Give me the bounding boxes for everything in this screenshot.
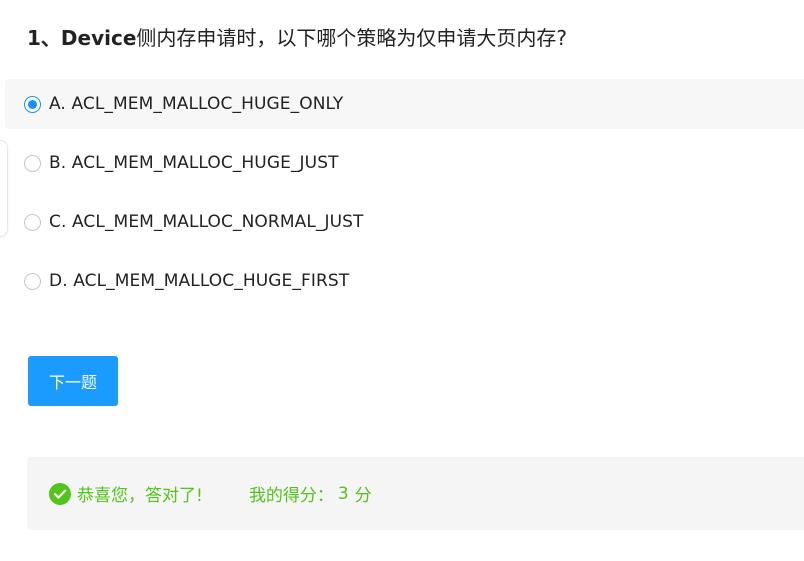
radio-icon[interactable] — [24, 272, 41, 290]
option-a[interactable]: A. ACL_MEM_MALLOC_HUGE_ONLY — [5, 79, 804, 129]
options-list: A. ACL_MEM_MALLOC_HUGE_ONLY B. ACL_MEM_M… — [5, 79, 804, 315]
question-title: 1、Device侧内存申请时，以下哪个策略为仅申请大页内存? — [27, 24, 567, 52]
score-unit: 分 — [354, 486, 372, 506]
question-keyword: Device — [60, 26, 137, 50]
score-value: 3 — [337, 483, 349, 504]
check-circle-icon — [49, 482, 71, 505]
next-question-button[interactable]: 下一题 — [28, 356, 118, 406]
question-number: 1、 — [27, 26, 61, 50]
quiz-page: 1、Device侧内存申请时，以下哪个策略为仅申请大页内存? A. ACL_ME… — [0, 0, 804, 561]
option-c[interactable]: C. ACL_MEM_MALLOC_NORMAL_JUST — [5, 197, 804, 247]
option-c-label: C. ACL_MEM_MALLOC_NORMAL_JUST — [49, 212, 364, 232]
radio-icon[interactable] — [24, 154, 41, 172]
option-b-label: B. ACL_MEM_MALLOC_HUGE_JUST — [49, 153, 339, 173]
result-panel: 恭喜您，答对了! 我的得分： 3 分 — [27, 457, 804, 530]
radio-icon[interactable] — [24, 213, 41, 231]
option-b[interactable]: B. ACL_MEM_MALLOC_HUGE_JUST — [5, 138, 804, 188]
radio-selected-icon[interactable] — [24, 95, 41, 113]
result-message: 恭喜您，答对了! — [77, 486, 203, 506]
option-d-label: D. ACL_MEM_MALLOC_HUGE_FIRST — [49, 271, 350, 291]
option-d[interactable]: D. ACL_MEM_MALLOC_HUGE_FIRST — [5, 256, 804, 306]
score-label: 我的得分： — [248, 486, 334, 506]
question-text: 侧内存申请时，以下哪个策略为仅申请大页内存? — [136, 26, 568, 50]
option-a-label: A. ACL_MEM_MALLOC_HUGE_ONLY — [49, 94, 344, 114]
